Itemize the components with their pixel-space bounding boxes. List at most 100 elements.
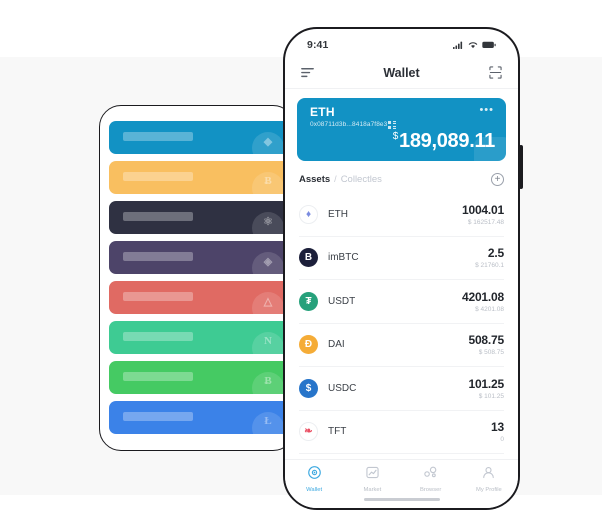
asset-name: ETH [328, 208, 348, 220]
wallet-card-tron[interactable]: △ [109, 281, 290, 314]
card-placeholder-bar [123, 412, 193, 421]
wallet-card-bch[interactable]: Ƀ [109, 361, 290, 394]
wallet-card-neo[interactable]: N [109, 321, 290, 354]
asset-name: USDC [328, 382, 357, 394]
asset-fiat-value: 0 [500, 436, 504, 444]
eos-watermark-icon: ◈ [252, 252, 284, 274]
tab-market[interactable]: Market [343, 466, 401, 493]
wallet-card-eos[interactable]: ◈ [109, 241, 290, 274]
atom-watermark-icon: ⚛ [252, 212, 284, 234]
btc-watermark-icon: Ƀ [252, 172, 284, 194]
asset-fiat-value: $ 21760.1 [475, 262, 504, 270]
asset-amount: 101.25 [468, 376, 504, 391]
tft-token-icon: ❧ [299, 422, 318, 442]
bch-watermark-icon: Ƀ [252, 372, 284, 394]
ltc-watermark-icon: Ł [252, 412, 284, 434]
asset-row[interactable]: ♦ ETH 1004.01 $ 162517.48 [299, 193, 504, 237]
tab-separator: / [334, 174, 337, 184]
tab-label: Market [363, 487, 382, 493]
card-placeholder-bar [123, 332, 193, 341]
tab-label: Wallet [306, 487, 323, 493]
tab-assets[interactable]: Assets [299, 174, 330, 185]
plus-icon: + [494, 173, 501, 185]
currency-symbol: $ [392, 131, 399, 143]
asset-fiat-value: $ 4201.08 [475, 305, 504, 313]
status-time: 9:41 [307, 39, 329, 51]
balance-value: 189,089.11 [399, 130, 495, 152]
tab-label: Browser [419, 487, 442, 493]
page-title: Wallet [383, 65, 420, 80]
wallet-card-atom[interactable]: ⚛ [109, 201, 290, 234]
tab-label: My Profile [475, 487, 502, 493]
qr-code-icon[interactable] [388, 120, 396, 129]
eth-balance-card[interactable]: ETH 0x08711d3b...8418a7f8e3 ••• $189,089… [297, 98, 506, 161]
hamburger-menu-icon[interactable] [301, 67, 314, 78]
asset-values: 101.25 $ 101.25 [468, 377, 504, 400]
status-icons [453, 41, 496, 49]
screenshot-stage: ◆ Ƀ ⚛ ◈ △ N Ƀ Ł 9:41 Wallet ETH 0x08711d… [0, 0, 602, 532]
asset-name: TFT [328, 426, 347, 438]
left-phone-mockup: ◆ Ƀ ⚛ ◈ △ N Ƀ Ł [99, 105, 295, 451]
signal-icon [453, 41, 463, 49]
asset-values: 1004.01 $ 162517.48 [462, 203, 504, 226]
phone-side-button[interactable] [519, 145, 523, 189]
asset-values: 2.5 $ 21760.1 [475, 246, 504, 269]
card-placeholder-bar [123, 132, 193, 141]
asset-amount: 508.75 [468, 333, 504, 348]
asset-name: USDT [328, 295, 356, 307]
scan-qr-icon[interactable] [489, 66, 502, 79]
tab-wallet[interactable]: Wallet [285, 466, 343, 493]
status-bar: 9:41 [285, 29, 518, 57]
wallet-card-eth[interactable]: ◆ [109, 121, 290, 154]
asset-name: imBTC [328, 252, 359, 264]
tabs-group: Assets / Collectles [299, 174, 382, 185]
balance-amount: $189,089.11 [392, 130, 496, 153]
wallet-card-ltc[interactable]: Ł [109, 401, 290, 434]
asset-amount: 2.5 [487, 246, 504, 261]
more-options-icon[interactable]: ••• [479, 105, 494, 116]
asset-row[interactable]: $ USDC 101.25 $ 101.25 [299, 367, 504, 411]
card-placeholder-bar [123, 372, 193, 381]
market-icon [366, 466, 379, 484]
tron-watermark-icon: △ [252, 292, 284, 314]
asset-values: 4201.08 $ 4201.08 [462, 290, 504, 313]
tab-my-profile[interactable]: My Profile [460, 466, 518, 493]
asset-amount: 1004.01 [462, 202, 504, 217]
asset-row[interactable]: BimBTC 2.5 $ 21760.1 [299, 237, 504, 280]
asset-amount: 4201.08 [462, 289, 504, 304]
asset-fiat-value: $ 162517.48 [467, 218, 504, 226]
eth-watermark-icon: ◆ [252, 132, 284, 154]
usdt-token-icon: ₮ [299, 291, 318, 311]
usdc-token-icon: $ [299, 378, 318, 398]
tab-collectibles[interactable]: Collectles [341, 174, 382, 185]
profile-icon [482, 466, 495, 484]
asset-name: DAI [328, 339, 345, 351]
card-placeholder-bar [123, 172, 193, 181]
dai-token-icon: Ð [299, 335, 318, 355]
imbtc-token-icon: B [299, 248, 318, 268]
wallet-card-btc[interactable]: Ƀ [109, 161, 290, 194]
add-asset-button[interactable]: + [491, 173, 504, 186]
home-indicator [363, 497, 440, 501]
browser-icon [424, 466, 437, 484]
app-header: Wallet [285, 57, 518, 89]
battery-icon [482, 41, 496, 49]
asset-row[interactable]: ❧ TFT 13 0 [299, 411, 504, 454]
card-placeholder-bar [123, 212, 193, 221]
wallet-address[interactable]: 0x08711d3b...8418a7f8e3 [310, 121, 387, 128]
asset-fiat-value: $ 101.25 [478, 392, 504, 400]
asset-list: ♦ ETH 1004.01 $ 162517.48 BimBTC 2.5 $ 21760.1… [285, 193, 518, 454]
card-placeholder-bar [123, 292, 193, 301]
assets-tabs-row: Assets / Collectles + [285, 161, 518, 193]
card-placeholder-bar [123, 252, 193, 261]
wallet-card-list: ◆ Ƀ ⚛ ◈ △ N Ƀ Ł [109, 121, 294, 441]
tab-browser[interactable]: Browser [402, 466, 460, 493]
asset-row[interactable]: ₮ USDT 4201.08 $ 4201.08 [299, 280, 504, 324]
asset-row[interactable]: Ð DAI 508.75 $ 508.75 [299, 324, 504, 367]
wallet-icon [307, 466, 321, 484]
asset-fiat-value: $ 508.75 [478, 349, 504, 357]
asset-values: 508.75 $ 508.75 [468, 333, 504, 356]
wifi-icon [468, 42, 478, 49]
eth-token-icon: ♦ [299, 204, 318, 224]
asset-values: 13 0 [491, 420, 504, 443]
